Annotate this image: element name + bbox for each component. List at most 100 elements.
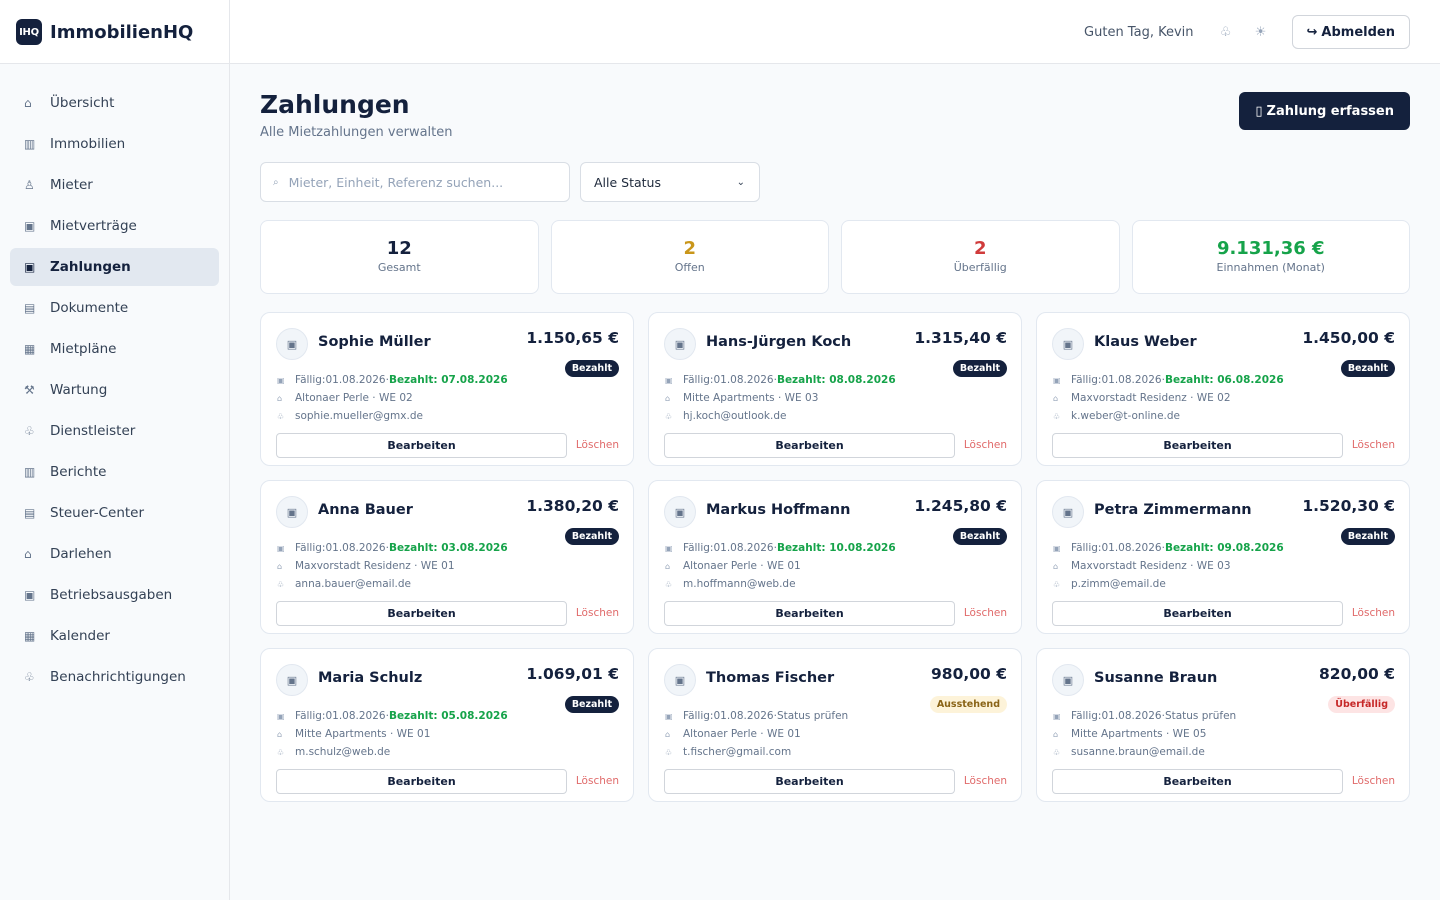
plan-icon: ▦ — [24, 342, 36, 356]
edit-button[interactable]: Bearbeiten — [276, 601, 567, 626]
tenant-name: Markus Hoffmann — [706, 502, 851, 518]
add-payment-label: Zahlung erfassen — [1266, 103, 1394, 119]
person-icon: ♧ — [1053, 411, 1061, 421]
user-icon[interactable]: ♧ — [1216, 22, 1236, 42]
sidebar: ⌂ Übersicht ▥ Immobilien ♙ Mieter ▣ Mietverträg… — [0, 64, 230, 900]
payment-card: ▣ Susanne Braun 820,00 € Überfällig ▣ Fällig:… — [1036, 648, 1410, 802]
stat-value: 9.131,36 € — [1216, 238, 1325, 259]
edit-button[interactable]: Bearbeiten — [1052, 769, 1343, 794]
sidebar-item-label: Kalender — [50, 628, 110, 644]
add-payment-button[interactable]: ▯ Zahlung erfassen — [1239, 92, 1410, 130]
sidebar-item-mieter[interactable]: ♙ Mieter — [10, 166, 219, 204]
loan-icon: ⌂ — [24, 547, 32, 561]
logout-button[interactable]: ↪ Abmelden — [1291, 15, 1410, 49]
theme-toggle-icon[interactable]: ☀ — [1251, 22, 1271, 42]
delete-button[interactable]: Löschen — [1352, 607, 1395, 619]
person-icon: ♧ — [665, 411, 673, 421]
due-line: ▣ Fällig: 01.08.2026 · Status prüfen — [1053, 710, 1236, 722]
home-icon: ⌂ — [24, 96, 32, 110]
sidebar-item-berichte[interactable]: ▥ Berichte — [10, 453, 219, 491]
bell-icon: ♧ — [24, 670, 35, 684]
payment-amount: 1.520,30 € — [1302, 497, 1395, 515]
unit-line: ⌂ Maxvorstadt Residenz · WE 03 — [1053, 560, 1231, 572]
sidebar-item-kalender[interactable]: ▦ Kalender — [10, 617, 219, 655]
stat-label: Offen — [674, 261, 705, 274]
sidebar-item-zahlungen[interactable]: ▣ Zahlungen — [10, 248, 219, 286]
tenant-name: Susanne Braun — [1094, 670, 1218, 686]
delete-button[interactable]: Löschen — [964, 775, 1007, 787]
sidebar-item-mietverträge[interactable]: ▣ Mietverträge — [10, 207, 219, 245]
search-icon: ⌕ — [273, 176, 279, 188]
sidebar-item-label: Wartung — [50, 382, 108, 398]
stat-label: Einnahmen (Monat) — [1216, 261, 1325, 274]
due-date: 01.08.2026 — [1101, 710, 1162, 722]
sidebar-item-betriebsausgaben[interactable]: ▣ Betriebsausgaben — [10, 576, 219, 614]
edit-button[interactable]: Bearbeiten — [664, 769, 955, 794]
sidebar-item-dienstleister[interactable]: ♧ Dienstleister — [10, 412, 219, 450]
unit-line: ⌂ Maxvorstadt Residenz · WE 02 — [1053, 392, 1231, 404]
home-icon: ⌂ — [1053, 393, 1059, 403]
edit-button[interactable]: Bearbeiten — [1052, 433, 1343, 458]
unit-line: ⌂ Maxvorstadt Residenz · WE 01 — [277, 560, 455, 572]
payment-note: Bezahlt: 09.08.2026 — [1164, 542, 1284, 554]
email-text: sophie.mueller@gmx.de — [295, 410, 423, 422]
payment-note: Bezahlt: 03.08.2026 — [388, 542, 508, 554]
calendar-icon: ▣ — [1053, 543, 1061, 553]
status-badge: Bezahlt — [1340, 360, 1395, 377]
payment-avatar-icon: ▣ — [1052, 328, 1084, 360]
unit-text: Maxvorstadt Residenz · WE 02 — [1071, 392, 1231, 404]
email-line: ♧ anna.bauer@email.de — [277, 578, 411, 590]
edit-button[interactable]: Bearbeiten — [276, 769, 567, 794]
person-icon: ♧ — [665, 579, 673, 589]
sidebar-item-dokumente[interactable]: ▤ Dokumente — [10, 289, 219, 327]
sidebar-item-steuer-center[interactable]: ▤ Steuer-Center — [10, 494, 219, 532]
unit-text: Mitte Apartments · WE 03 — [683, 392, 819, 404]
delete-button[interactable]: Löschen — [576, 439, 619, 451]
edit-button[interactable]: Bearbeiten — [664, 433, 955, 458]
person-icon: ♧ — [1053, 747, 1061, 757]
tenant-name: Sophie Müller — [318, 334, 431, 350]
status-filter-select[interactable]: Alle Status ⌄ — [580, 162, 760, 202]
sidebar-item-wartung[interactable]: ⚒ Wartung — [10, 371, 219, 409]
sidebar-item-darlehen[interactable]: ⌂ Darlehen — [10, 535, 219, 573]
delete-button[interactable]: Löschen — [1352, 439, 1395, 451]
logout-label: Abmelden — [1321, 24, 1395, 40]
email-text: p.zimm@email.de — [1071, 578, 1166, 590]
status-badge: Bezahlt — [564, 696, 619, 713]
delete-button[interactable]: Löschen — [1352, 775, 1395, 787]
payment-avatar-icon: ▣ — [276, 664, 308, 696]
delete-button[interactable]: Löschen — [964, 439, 1007, 451]
search-input[interactable] — [288, 174, 549, 190]
calendar-icon: ▣ — [665, 375, 673, 385]
sidebar-item-label: Mieter — [50, 177, 93, 193]
sidebar-item-label: Dienstleister — [50, 423, 136, 439]
delete-button[interactable]: Löschen — [576, 607, 619, 619]
stat-value: 12 — [386, 238, 412, 259]
status-badge: Bezahlt — [952, 528, 1007, 545]
person-icon: ♧ — [277, 411, 285, 421]
edit-button[interactable]: Bearbeiten — [664, 601, 955, 626]
sidebar-item-übersicht[interactable]: ⌂ Übersicht — [10, 84, 219, 122]
brand[interactable]: IHQ ImmobilienHQ — [0, 0, 230, 64]
payment-card: ▣ Hans-Jürgen Koch 1.315,40 € Bezahlt ▣ Fälli… — [648, 312, 1022, 466]
sidebar-item-benachrichtigungen[interactable]: ♧ Benachrichtigungen — [10, 658, 219, 696]
delete-button[interactable]: Löschen — [964, 607, 1007, 619]
greeting: Guten Tag, Kevin — [1084, 24, 1194, 40]
sidebar-item-label: Darlehen — [50, 546, 112, 562]
edit-button[interactable]: Bearbeiten — [1052, 601, 1343, 626]
due-date: 01.08.2026 — [713, 542, 774, 554]
due-date: 01.08.2026 — [1101, 374, 1162, 386]
delete-button[interactable]: Löschen — [576, 775, 619, 787]
due-prefix: Fällig: — [683, 710, 714, 722]
status-badge: Bezahlt — [1340, 528, 1395, 545]
edit-button[interactable]: Bearbeiten — [276, 433, 567, 458]
status-badge: Bezahlt — [564, 360, 619, 377]
due-date: 01.08.2026 — [325, 710, 386, 722]
sidebar-item-mietpläne[interactable]: ▦ Mietpläne — [10, 330, 219, 368]
sidebar-item-label: Betriebsausgaben — [50, 587, 173, 603]
tools-icon: ⚒ — [24, 383, 35, 397]
sidebar-item-immobilien[interactable]: ▥ Immobilien — [10, 125, 219, 163]
home-icon: ⌂ — [277, 393, 283, 403]
unit-line: ⌂ Altonaer Perle · WE 02 — [277, 392, 413, 404]
stat-card: 9.131,36 € Einnahmen (Monat) — [1131, 220, 1410, 294]
